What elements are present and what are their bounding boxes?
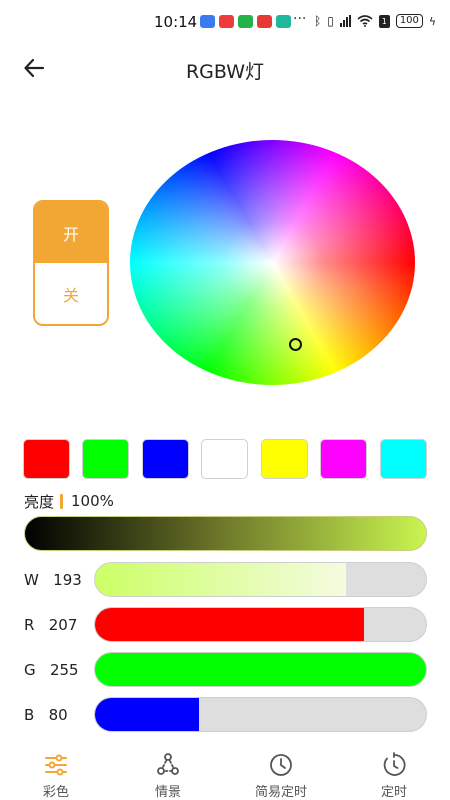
wechat-icon	[238, 15, 253, 28]
nav-scene-tab[interactable]: 情景	[112, 744, 224, 800]
bottom-navigation: 彩色 情景 简易定时 定时	[0, 744, 450, 800]
app-notification-icon	[257, 15, 272, 28]
channel-r-slider[interactable]	[94, 607, 427, 642]
brightness-slider[interactable]	[24, 516, 427, 551]
sim-icon: 1	[378, 14, 390, 28]
power-switch: 开 关	[33, 200, 109, 326]
preset-cyan[interactable]	[380, 439, 427, 479]
status-time: 10:14	[154, 13, 198, 31]
channel-b-fill	[95, 698, 199, 731]
wifi-icon	[357, 15, 373, 27]
signal-icon	[339, 15, 351, 27]
channel-g-slider[interactable]	[94, 652, 427, 687]
channel-w-fill	[95, 563, 346, 596]
preset-yellow[interactable]	[261, 439, 308, 479]
power-off-button[interactable]: 关	[35, 263, 107, 324]
brightness-value: 100%	[71, 492, 114, 510]
channel-r-fill	[95, 608, 364, 641]
color-presets	[23, 439, 427, 479]
page-title: RGBW灯	[185, 61, 265, 83]
more-notifications-icon: ···	[293, 11, 307, 27]
charging-icon: ϟ	[428, 14, 437, 28]
notification-icons	[200, 15, 291, 28]
preset-magenta[interactable]	[320, 439, 367, 479]
preset-red[interactable]	[23, 439, 70, 479]
vibrate-icon: ▯	[327, 14, 334, 28]
channel-b: B 80	[0, 697, 450, 733]
battery-icon: 100	[395, 14, 423, 28]
brightness-row: 亮度 100%	[24, 491, 114, 511]
channel-g-label: G 255	[24, 661, 79, 679]
app-header: RGBW灯	[0, 44, 450, 94]
channel-w-label: W 193	[24, 571, 82, 589]
nav-scene-label: 情景	[154, 785, 181, 800]
nav-simple-timer-tab[interactable]: 简易定时	[225, 744, 337, 800]
brightness-label: 亮度	[24, 492, 55, 511]
brightness-marker	[60, 493, 64, 509]
channel-w-slider[interactable]	[94, 562, 427, 597]
system-status-icons: ᛒ ▯ 1 100 ϟ	[314, 14, 436, 28]
nav-color-tab[interactable]: 彩色	[0, 744, 112, 800]
app-notification-icon	[200, 15, 215, 28]
app-notification-icon	[219, 15, 234, 28]
color-wheel-cursor[interactable]	[289, 338, 302, 351]
nav-timer-tab[interactable]: 定时	[338, 744, 450, 800]
sliders-icon	[45, 754, 67, 776]
preset-blue[interactable]	[142, 439, 189, 479]
bluetooth-icon: ᛒ	[314, 14, 322, 28]
channel-r-label: R 207	[24, 616, 78, 634]
power-on-button[interactable]: 开	[35, 202, 107, 263]
channel-g-fill	[95, 653, 426, 686]
scene-icon	[157, 753, 179, 775]
channel-w: W 193	[0, 562, 450, 598]
nav-timer-label: 定时	[380, 785, 407, 800]
channel-b-slider[interactable]	[94, 697, 427, 732]
status-bar: 10:14 ··· ᛒ ▯ 1 100 ϟ	[0, 0, 450, 44]
channel-r: R 207	[0, 607, 450, 643]
preset-green[interactable]	[82, 439, 129, 479]
nav-color-label: 彩色	[42, 785, 69, 800]
preset-white[interactable]	[201, 439, 248, 479]
color-wheel[interactable]	[130, 140, 415, 385]
clock-icon	[270, 754, 292, 776]
channel-g: G 255	[0, 652, 450, 688]
shield-icon	[276, 15, 291, 28]
timer-icon	[383, 752, 406, 776]
channel-b-label: B 80	[24, 706, 68, 724]
nav-simple-timer-label: 简易定时	[254, 785, 307, 800]
